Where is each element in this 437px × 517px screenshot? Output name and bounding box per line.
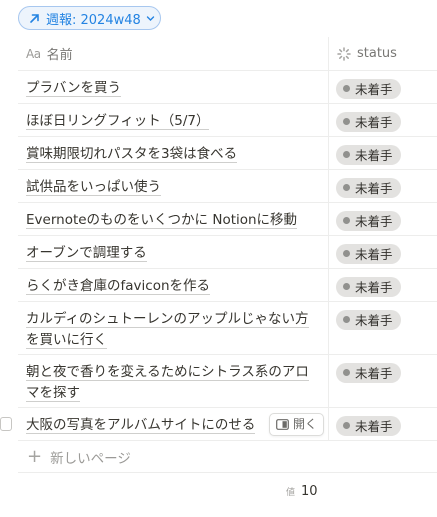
- arrow-up-right-icon: [30, 13, 39, 23]
- row-title: カルディのシュトーレンのアップルじゃない方を買いに行く: [26, 311, 309, 349]
- table-row[interactable]: カルディのシュトーレンのアップルじゃない方を買いに行く 未着手: [18, 302, 437, 355]
- status-cell[interactable]: 未着手: [329, 170, 437, 202]
- status-cell[interactable]: 未着手: [329, 104, 437, 136]
- column-name-label: 名前: [46, 48, 73, 63]
- status-label: 未着手: [355, 313, 393, 328]
- row-title: らくがき倉庫のfaviconを作る: [26, 278, 211, 295]
- status-badge: 未着手: [336, 243, 401, 264]
- status-label: 未着手: [355, 419, 393, 434]
- status-cell[interactable]: 未着手: [329, 408, 437, 440]
- table-row[interactable]: らくがき倉庫のfaviconを作る 未着手: [18, 269, 437, 302]
- row-title: 大阪の写真をアルバムサイトにのせる: [26, 417, 256, 434]
- row-title-cell[interactable]: オーブンで調理する: [18, 236, 329, 268]
- status-label: 未着手: [355, 366, 393, 381]
- status-label: 未着手: [355, 115, 393, 130]
- status-dot-icon: [343, 184, 350, 191]
- status-badge: 未着手: [336, 309, 401, 330]
- row-title: Evernoteのものをいくつかに Notionに移動: [26, 212, 298, 229]
- status-badge: 未着手: [336, 111, 401, 132]
- view-label: 週報: 2024w48: [46, 12, 141, 28]
- row-title-cell[interactable]: 大阪の写真をアルバムサイトにのせる 開く: [18, 408, 329, 440]
- open-page-button[interactable]: 開く: [268, 413, 324, 436]
- status-cell[interactable]: 未着手: [329, 203, 437, 235]
- table-row[interactable]: 試供品をいっぱい使う 未着手: [18, 170, 437, 203]
- row-title-cell[interactable]: らくがき倉庫のfaviconを作る: [18, 269, 329, 301]
- status-property-icon: [337, 46, 351, 61]
- table-header: Aa 名前 status: [18, 37, 437, 71]
- chevron-down-icon: [146, 15, 154, 21]
- row-title-cell[interactable]: プラバンを買う: [18, 71, 329, 103]
- status-cell[interactable]: 未着手: [329, 71, 437, 103]
- status-cell[interactable]: 未着手: [329, 302, 437, 354]
- column-status-label: status: [357, 46, 397, 61]
- column-header-name[interactable]: Aa 名前: [18, 37, 329, 70]
- status-label: 未着手: [355, 280, 393, 295]
- status-dot-icon: [343, 85, 350, 92]
- status-dot-icon: [343, 250, 350, 257]
- status-dot-icon: [343, 283, 350, 290]
- side-peek-icon: [276, 419, 289, 430]
- row-title-cell[interactable]: カルディのシュトーレンのアップルじゃない方を買いに行く: [18, 302, 329, 354]
- table-row[interactable]: ほぼ日リングフィット（5/7） 未着手: [18, 104, 437, 137]
- row-title-cell[interactable]: ほぼ日リングフィット（5/7）: [18, 104, 329, 136]
- open-button-label: 開く: [292, 417, 317, 431]
- database-table: Aa 名前 status プラバンを買う 未着手 ほぼ日リングフィット（5/7）…: [0, 37, 437, 473]
- status-badge: 未着手: [336, 362, 401, 383]
- status-dot-icon: [343, 369, 350, 376]
- status-cell[interactable]: 未着手: [329, 355, 437, 407]
- row-title-cell[interactable]: Evernoteのものをいくつかに Notionに移動: [18, 203, 329, 235]
- calculation-footer[interactable]: 値 10: [286, 484, 318, 499]
- row-title: 朝と夜で香りを変えるためにシトラス系のアロマを探す: [26, 364, 309, 402]
- status-badge: 未着手: [336, 78, 401, 99]
- status-dot-icon: [343, 316, 350, 323]
- row-title: オーブンで調理する: [26, 245, 147, 262]
- row-select-checkbox[interactable]: [0, 417, 12, 431]
- row-title-cell[interactable]: 賞味期限切れパスタを3袋は食べる: [18, 137, 329, 169]
- status-label: 未着手: [355, 247, 393, 262]
- count-label: 値: [286, 488, 296, 498]
- status-dot-icon: [343, 422, 350, 429]
- status-dot-icon: [343, 151, 350, 158]
- column-header-status[interactable]: status: [329, 37, 437, 70]
- status-label: 未着手: [355, 181, 393, 196]
- row-title-cell[interactable]: 試供品をいっぱい使う: [18, 170, 329, 202]
- row-title: 試供品をいっぱい使う: [26, 179, 161, 196]
- status-badge: 未着手: [336, 144, 401, 165]
- row-title-cell[interactable]: 朝と夜で香りを変えるためにシトラス系のアロマを探す: [18, 355, 329, 407]
- row-title: 賞味期限切れパスタを3袋は食べる: [26, 146, 238, 163]
- status-label: 未着手: [355, 148, 393, 163]
- table-row[interactable]: オーブンで調理する 未着手: [18, 236, 437, 269]
- new-page-button[interactable]: + 新しいページ: [18, 441, 437, 473]
- row-title: プラバンを買う: [26, 80, 122, 97]
- table-row[interactable]: 朝と夜で香りを変えるためにシトラス系のアロマを探す 未着手: [18, 355, 437, 408]
- table-row[interactable]: プラバンを買う 未着手: [18, 71, 437, 104]
- status-label: 未着手: [355, 214, 393, 229]
- status-badge: 未着手: [336, 177, 401, 198]
- status-dot-icon: [343, 118, 350, 125]
- status-cell[interactable]: 未着手: [329, 236, 437, 268]
- status-dot-icon: [343, 217, 350, 224]
- status-label: 未着手: [355, 82, 393, 97]
- table-row-hovered[interactable]: 大阪の写真をアルバムサイトにのせる 開く 未着手: [0, 408, 437, 441]
- view-selector[interactable]: 週報: 2024w48: [18, 6, 161, 30]
- plus-icon: +: [27, 445, 43, 467]
- status-badge: 未着手: [336, 415, 401, 436]
- text-property-icon: Aa: [26, 46, 41, 61]
- new-page-label: 新しいページ: [50, 450, 131, 467]
- status-badge: 未着手: [336, 276, 401, 297]
- row-count: 10: [301, 484, 318, 499]
- table-row[interactable]: 賞味期限切れパスタを3袋は食べる 未着手: [18, 137, 437, 170]
- status-cell[interactable]: 未着手: [329, 269, 437, 301]
- table-row[interactable]: Evernoteのものをいくつかに Notionに移動 未着手: [18, 203, 437, 236]
- status-badge: 未着手: [336, 210, 401, 231]
- row-title: ほぼ日リングフィット（5/7）: [26, 113, 210, 130]
- status-cell[interactable]: 未着手: [329, 137, 437, 169]
